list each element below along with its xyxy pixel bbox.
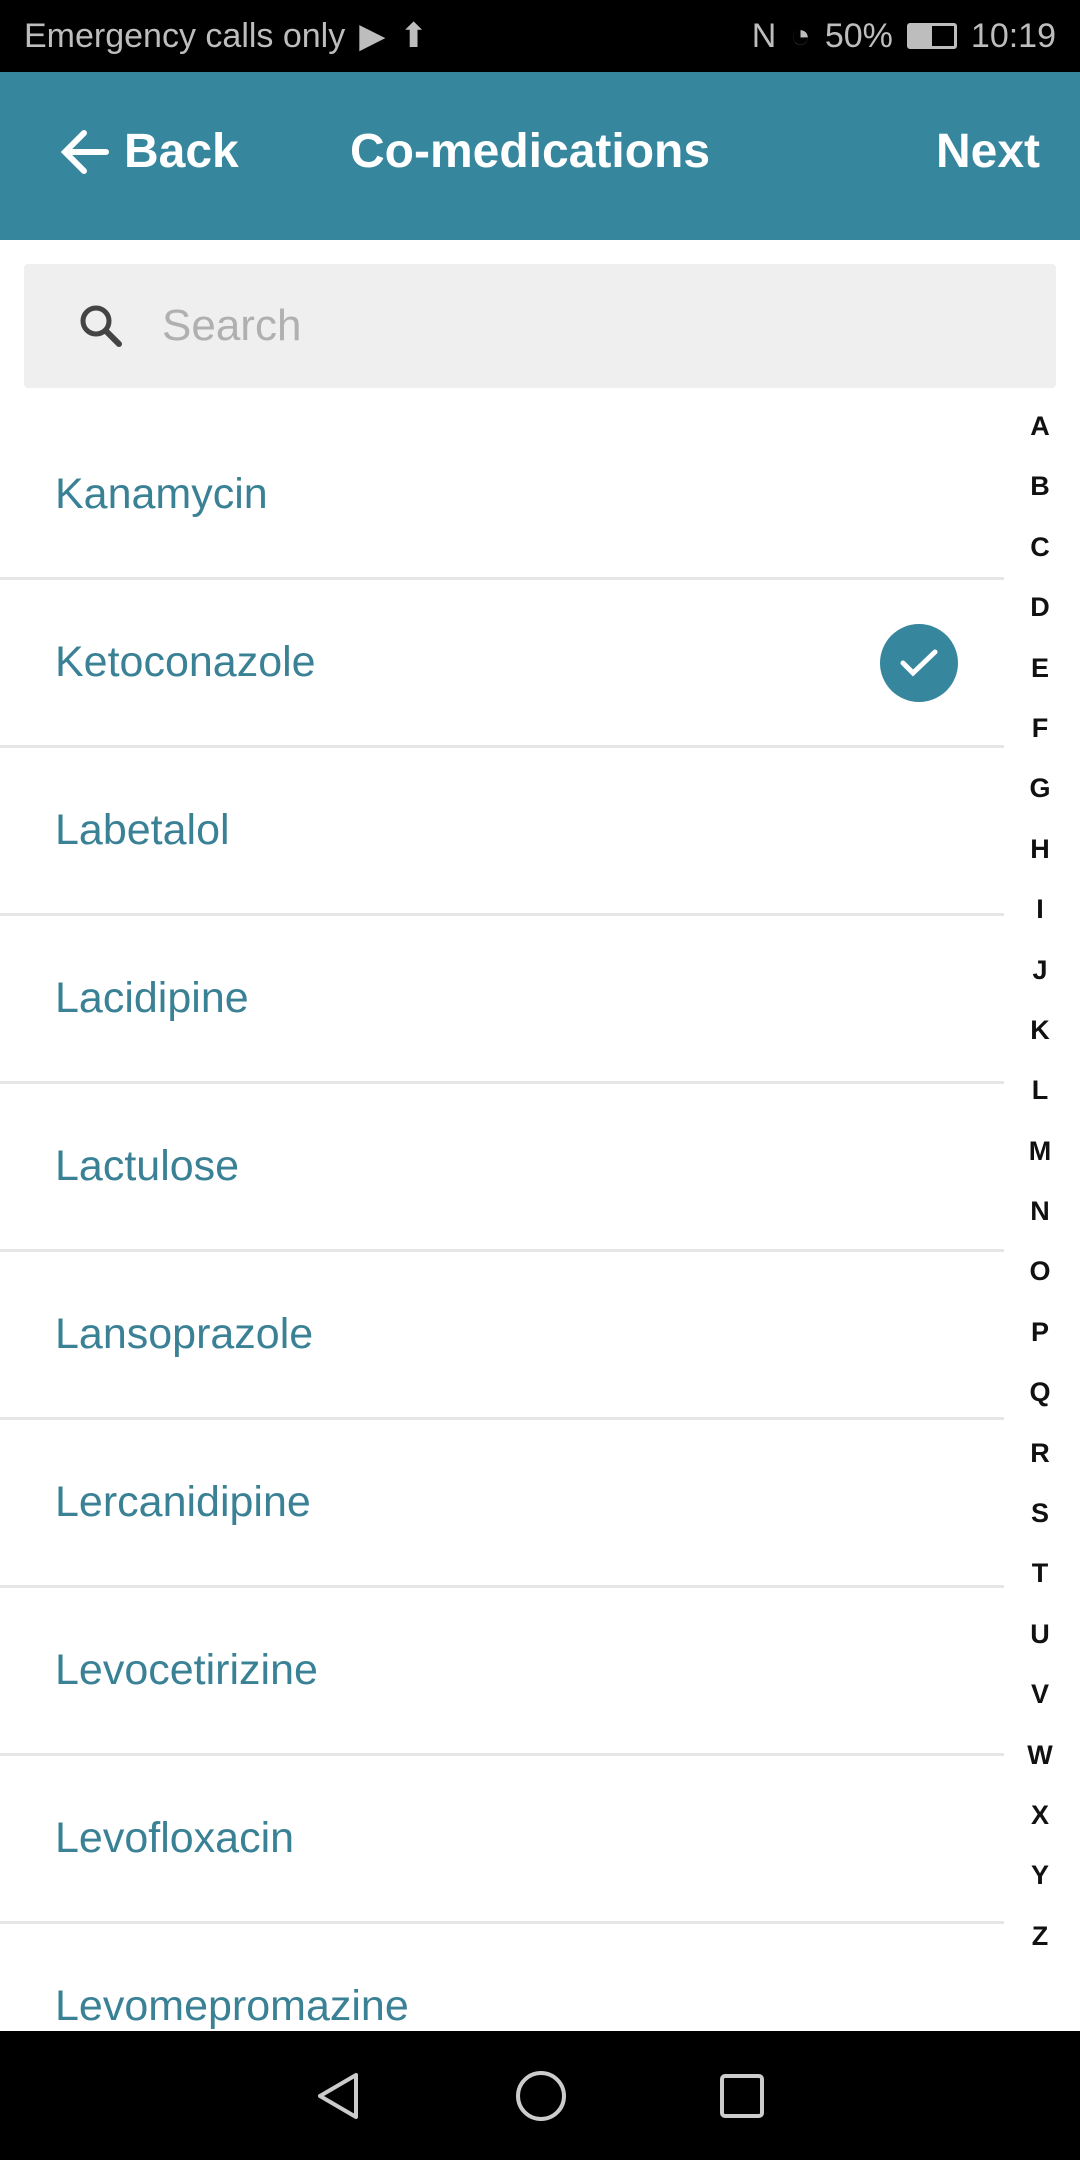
back-nav-icon[interactable]: [314, 2071, 364, 2121]
medication-name: Ketoconazole: [55, 638, 316, 686]
list-item[interactable]: Levofloxacin: [0, 1756, 1004, 1924]
index-letter[interactable]: D: [1010, 581, 1070, 641]
medication-name: Lacidipine: [55, 974, 249, 1022]
battery-icon: [906, 23, 957, 49]
index-letter[interactable]: E: [1010, 642, 1070, 702]
medication-name: Levofloxacin: [55, 1814, 295, 1862]
list-item[interactable]: Labetalol: [0, 748, 1004, 916]
arrow-left-icon: [60, 129, 109, 174]
index-letter[interactable]: L: [1010, 1064, 1070, 1124]
index-letter[interactable]: Z: [1010, 1910, 1070, 1970]
clock: 10:19: [970, 16, 1056, 55]
medication-list: Kanamycin Ketoconazole Labetalol Lacidipine…: [0, 412, 1004, 2092]
medication-name: Lactulose: [55, 1142, 240, 1190]
index-letter[interactable]: B: [1010, 460, 1070, 520]
medication-name: Kanamycin: [55, 470, 268, 518]
index-letter[interactable]: O: [1010, 1245, 1070, 1305]
medication-name: Levomepromazine: [55, 1982, 409, 2030]
status-bar: Emergency calls only ▶ ⬆ N ◔ 50% 10:19: [0, 0, 1080, 72]
list-item[interactable]: Ketoconazole: [0, 580, 1004, 748]
search-bar: [24, 264, 1056, 388]
list-item[interactable]: Lacidipine: [0, 916, 1004, 1084]
index-letter[interactable]: W: [1010, 1729, 1070, 1789]
next-button[interactable]: Next: [936, 124, 1040, 179]
upload-icon: ⬆: [399, 17, 428, 55]
index-letter[interactable]: N: [1010, 1185, 1070, 1245]
search-input[interactable]: [162, 301, 962, 351]
alphabet-index[interactable]: ABCDEFGHIJKLMNOPQRSTUVWXYZ: [1010, 400, 1070, 1970]
index-letter[interactable]: S: [1010, 1487, 1070, 1547]
index-letter[interactable]: F: [1010, 702, 1070, 762]
index-letter[interactable]: V: [1010, 1668, 1070, 1728]
index-letter[interactable]: R: [1010, 1427, 1070, 1487]
carrier-text: Emergency calls only: [24, 16, 346, 55]
index-letter[interactable]: C: [1010, 521, 1070, 581]
home-nav-icon[interactable]: [514, 2069, 568, 2123]
list-item[interactable]: Lansoprazole: [0, 1252, 1004, 1420]
list-item[interactable]: Lercanidipine: [0, 1420, 1004, 1588]
medication-name: Lercanidipine: [55, 1478, 311, 1526]
index-letter[interactable]: I: [1010, 883, 1070, 943]
index-letter[interactable]: T: [1010, 1547, 1070, 1607]
index-letter[interactable]: Y: [1010, 1849, 1070, 1909]
medication-name: Levocetirizine: [55, 1646, 318, 1694]
index-letter[interactable]: H: [1010, 823, 1070, 883]
medication-name: Labetalol: [55, 806, 230, 854]
list-item[interactable]: Levocetirizine: [0, 1588, 1004, 1756]
search-icon: [80, 305, 122, 347]
index-letter[interactable]: M: [1010, 1125, 1070, 1185]
app-header: Back Co-medications Next: [0, 72, 1080, 240]
index-letter[interactable]: X: [1010, 1789, 1070, 1849]
index-letter[interactable]: K: [1010, 1004, 1070, 1064]
back-label: Back: [124, 125, 239, 178]
medication-name: Lansoprazole: [55, 1310, 314, 1358]
index-letter[interactable]: G: [1010, 762, 1070, 822]
index-letter[interactable]: J: [1010, 944, 1070, 1004]
recents-nav-icon[interactable]: [718, 2072, 766, 2120]
nfc-icon: N: [751, 16, 777, 55]
index-letter[interactable]: U: [1010, 1608, 1070, 1668]
index-letter[interactable]: P: [1010, 1306, 1070, 1366]
back-button[interactable]: Back: [60, 124, 239, 179]
index-letter[interactable]: Q: [1010, 1366, 1070, 1426]
list-item[interactable]: Kanamycin: [0, 412, 1004, 580]
navigation-bar: [0, 2031, 1080, 2160]
wifi-icon: ◔: [790, 16, 811, 55]
notification-icon: ▶: [359, 17, 386, 55]
list-item[interactable]: Lactulose: [0, 1084, 1004, 1252]
battery-percent: 50%: [824, 16, 893, 55]
checkmark-icon: [880, 623, 958, 702]
index-letter[interactable]: A: [1010, 400, 1070, 460]
page-title: Co-medications: [350, 125, 711, 178]
